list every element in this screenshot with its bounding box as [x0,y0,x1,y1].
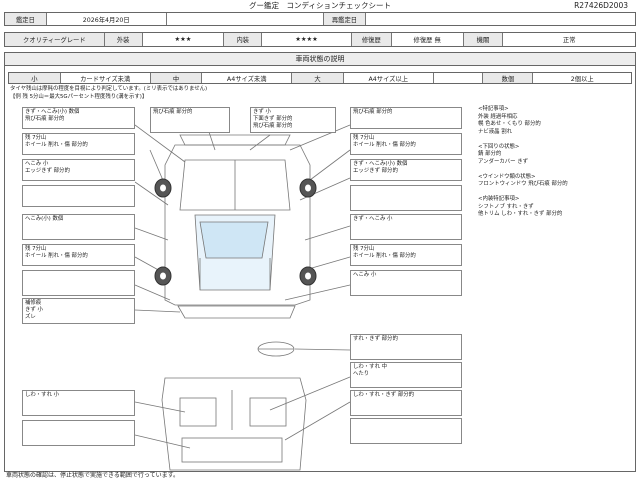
interior-rear-seat-box: しわ・すれ・きず 部分的 [350,390,462,416]
left-rear-wheel-box: 残 7分山 ホイール 削れ・傷 部分的 [22,244,135,266]
car-rear-bumper [177,305,296,319]
top-front-right-box: 飛び石痕 部分的 [350,107,462,129]
car-front-bumper [179,134,291,146]
interior-front-seat-box: しわ・すれ 中 へたり [350,362,462,388]
interior-outline [161,377,307,471]
right-front-wheel-box: 残 7分山 ホイール 削れ・傷 部分的 [350,133,462,155]
left-blank-box-1 [22,185,135,207]
front-seat-right [249,397,287,427]
left-front-door-box: へこみ 小 エッジきず 部分的 [22,159,135,181]
top-front-center-box: きず 小 下面きず 部分的 飛び石痕 部分的 [250,107,336,133]
top-front-left-box: 飛び石痕 部分的 [150,107,230,133]
left-blank-box-2 [22,270,135,296]
left-rear-corner-box: 補修痕 きず 小 ズレ [22,298,135,324]
left-rear-door-box: へこみ(小) 数個 [22,214,135,240]
special-notes: <特記事項> 外装 経過年相応 幌 色あせ・くもり 部分的 ナビ液晶 割れ <下… [478,106,568,217]
interior-dashboard-box: すれ・きず 部分的 [350,334,462,360]
right-rear-door-box: きず・へこみ 小 [350,214,462,240]
left-front-wheel-box: 残 7分山 ホイール 削れ・傷 部分的 [22,133,135,155]
rear-seat [181,437,283,463]
right-rear-corner-box: へこみ 小 [350,270,462,296]
left-front-corner-box: きず・へこみ(小) 数個 飛び石痕 部分的 [22,107,135,129]
car-windshield [199,221,269,259]
interior-blank-left-box [22,420,135,446]
right-blank-box-1 [350,185,462,211]
interior-blank-right-box [350,418,462,444]
footer-note: 車両状態の確認は、停止状態で実施できる範囲で行っています。 [6,472,179,479]
front-seat-left [179,397,217,427]
right-front-door-box: きず・へこみ(小) 数個 エッジきず 部分的 [350,159,462,181]
right-rear-wheel-box: 残 7分山 ホイール 削れ・傷 部分的 [350,244,462,266]
interior-left-seat-box: しわ・すれ 小 [22,390,135,416]
